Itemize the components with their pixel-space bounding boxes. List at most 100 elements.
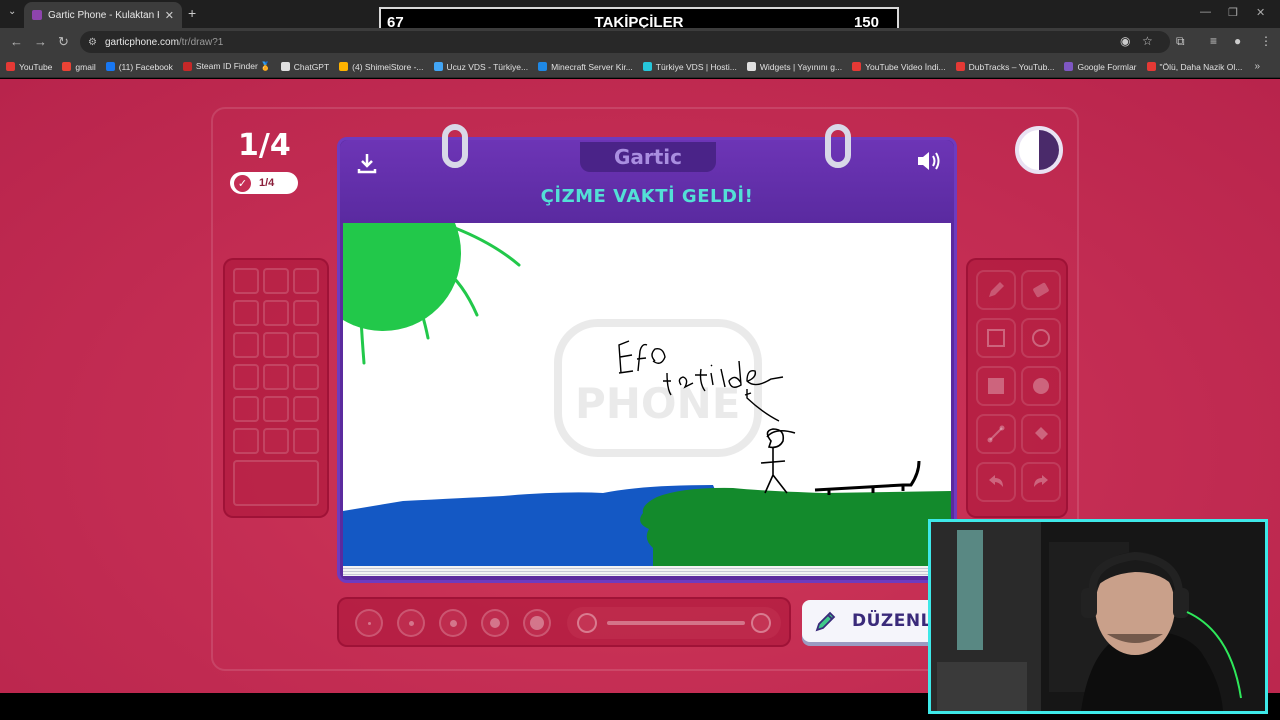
- maximize-icon[interactable]: ❐: [1228, 6, 1238, 19]
- bookmark-favicon-icon: [6, 62, 15, 71]
- bookmark-star-icon[interactable]: ☆: [1142, 34, 1153, 48]
- media-icon[interactable]: ≡: [1210, 34, 1217, 48]
- tab-title: Gartic Phone - Kulaktan Kulağa: [48, 9, 159, 21]
- pencil-tool-icon[interactable]: [976, 270, 1016, 310]
- more-bookmarks-icon[interactable]: »: [1254, 61, 1260, 72]
- rectangle-tool-icon[interactable]: [976, 318, 1016, 358]
- redo-icon[interactable]: [1021, 462, 1061, 502]
- color-swatch[interactable]: [263, 300, 289, 326]
- bookmark-label: DubTracks – YouTub...: [968, 61, 1055, 72]
- bookmark-favicon-icon: [433, 62, 443, 71]
- color-swatch[interactable]: [263, 364, 289, 390]
- bookmark-item[interactable]: Minecraft Server Kir...: [538, 62, 633, 72]
- bookmark-label: YouTube Video İndi...: [865, 61, 946, 72]
- extensions-icon[interactable]: ⧉: [1176, 34, 1185, 49]
- menu-icon[interactable]: ⋮: [1260, 34, 1272, 48]
- bucket-tool-icon[interactable]: [1021, 414, 1061, 454]
- download-icon[interactable]: [354, 150, 380, 176]
- bookmark-item[interactable]: "Ölü, Daha Nazik Ol...: [1146, 62, 1242, 72]
- bookmark-item[interactable]: gmail: [62, 62, 96, 72]
- color-palette: [223, 258, 329, 518]
- bookmark-label: Minecraft Server Kir...: [551, 61, 633, 72]
- color-swatch[interactable]: [233, 428, 259, 454]
- submitted-count: 1/4: [259, 177, 275, 189]
- filled-ellipse-tool-icon[interactable]: [1021, 366, 1061, 406]
- color-swatch[interactable]: [293, 364, 319, 390]
- bookmark-item[interactable]: (11) Facebook: [105, 62, 173, 72]
- bookmark-item[interactable]: DubTracks – YouTub...: [955, 61, 1055, 72]
- address-bar[interactable]: ⚙ garticphone.com /tr/draw?1: [80, 31, 1170, 53]
- binder-ring: [825, 124, 851, 168]
- tab-search-icon[interactable]: ⌄: [8, 6, 16, 17]
- color-swatch[interactable]: [293, 300, 319, 326]
- drawing-canvas[interactable]: PHONE: [343, 223, 951, 567]
- minimize-icon[interactable]: —: [1200, 6, 1211, 18]
- undo-icon[interactable]: [976, 462, 1016, 502]
- color-swatch[interactable]: [293, 268, 319, 294]
- phone-watermark: PHONE: [554, 319, 762, 457]
- slider-handle[interactable]: [751, 613, 771, 633]
- bookmark-favicon-icon: [955, 62, 965, 71]
- gartic-logo: Gartic: [580, 142, 716, 172]
- slider-min-knob: [577, 613, 597, 633]
- brush-size-2[interactable]: [397, 609, 425, 637]
- line-tool-icon[interactable]: [976, 414, 1016, 454]
- color-swatch[interactable]: [263, 396, 289, 422]
- opacity-slider[interactable]: [567, 607, 781, 639]
- brush-size-4[interactable]: [481, 609, 509, 637]
- brush-size-5[interactable]: [523, 609, 551, 637]
- new-tab-icon[interactable]: +: [188, 5, 196, 21]
- color-swatch[interactable]: [233, 332, 259, 358]
- bookmark-item[interactable]: YouTube Video İndi...: [852, 62, 946, 72]
- bookmark-favicon-icon: [1064, 62, 1074, 71]
- color-swatch[interactable]: [293, 428, 319, 454]
- bookmark-item[interactable]: Google Formlar: [1064, 62, 1137, 72]
- bookmark-item[interactable]: (4) ShimeiStore -...: [339, 62, 424, 72]
- bookmarks-bar: YouTube gmail (11) Facebook Steam ID Finder…: [0, 56, 1280, 78]
- bookmark-item[interactable]: ChatGPT: [280, 61, 330, 72]
- bookmark-favicon-icon: [746, 62, 756, 71]
- submitted-badge: ✓ 1/4: [230, 172, 298, 194]
- close-window-icon[interactable]: ✕: [1256, 6, 1265, 19]
- color-swatch[interactable]: [233, 396, 259, 422]
- bookmark-item[interactable]: Widgets | Yayınını g...: [746, 62, 842, 72]
- bookmark-label: Türkiye VDS | Hosti...: [655, 61, 737, 72]
- color-swatch[interactable]: [263, 428, 289, 454]
- brush-size-3[interactable]: [439, 609, 467, 637]
- tools-panel: [966, 258, 1068, 518]
- bookmark-item[interactable]: YouTube: [6, 62, 52, 72]
- back-icon[interactable]: ←: [10, 34, 23, 49]
- color-swatch[interactable]: [233, 268, 259, 294]
- profile-avatar[interactable]: ●: [1234, 34, 1241, 48]
- bookmark-item[interactable]: Steam ID Finder 🏅: [182, 61, 271, 72]
- color-swatch[interactable]: [293, 396, 319, 422]
- color-swatch[interactable]: [263, 268, 289, 294]
- reload-icon[interactable]: ↻: [58, 34, 69, 50]
- bookmark-label: ChatGPT: [293, 61, 330, 72]
- url-host: garticphone.com: [104, 36, 179, 48]
- tab-close-icon[interactable]: ✕: [165, 9, 174, 22]
- bookmark-item[interactable]: Türkiye VDS | Hosti...: [642, 61, 737, 72]
- webcam-feed: [931, 522, 1265, 711]
- volume-icon[interactable]: [915, 148, 945, 174]
- stick-figure: [760, 428, 796, 494]
- svg-text:PHONE: PHONE: [575, 379, 740, 428]
- filled-rectangle-tool-icon[interactable]: [976, 366, 1016, 406]
- bookmark-favicon-icon: [1146, 62, 1156, 71]
- bookmark-item[interactable]: Ucuz VDS - Türkiye...: [433, 62, 528, 72]
- bookmark-favicon-icon: [642, 62, 652, 71]
- forward-icon[interactable]: →: [34, 34, 47, 49]
- eraser-tool-icon[interactable]: [1021, 270, 1061, 310]
- paper-stack: [343, 566, 951, 576]
- browser-tab[interactable]: Gartic Phone - Kulaktan Kulağa ✕: [24, 2, 182, 28]
- hide-icon[interactable]: ◉: [1120, 34, 1130, 48]
- brush-size-1[interactable]: [355, 609, 383, 637]
- ellipse-tool-icon[interactable]: [1021, 318, 1061, 358]
- site-info-icon[interactable]: ⚙: [88, 37, 97, 48]
- color-swatch[interactable]: [263, 332, 289, 358]
- bookmark-label: YouTube: [19, 61, 53, 72]
- color-swatch[interactable]: [233, 300, 259, 326]
- custom-color-swatch[interactable]: [233, 460, 319, 506]
- color-swatch[interactable]: [293, 332, 319, 358]
- color-swatch[interactable]: [233, 364, 259, 390]
